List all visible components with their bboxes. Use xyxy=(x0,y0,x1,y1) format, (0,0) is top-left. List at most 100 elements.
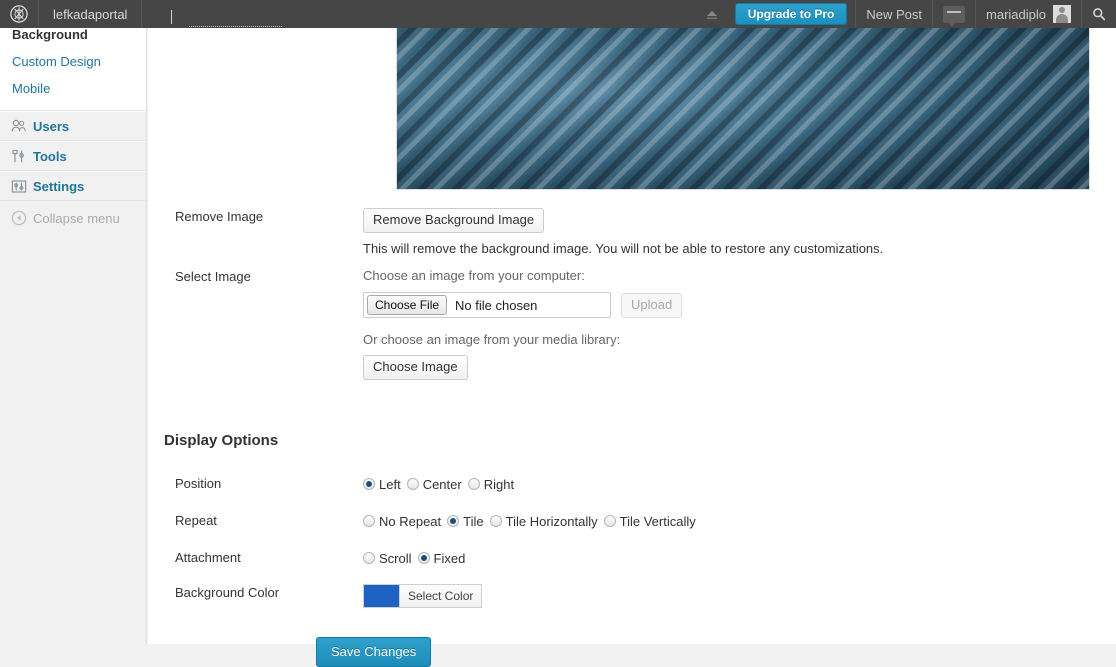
sidebar-item-label: Settings xyxy=(33,178,85,194)
save-changes-button[interactable]: Save Changes xyxy=(316,637,432,667)
position-option-left[interactable]: Left xyxy=(363,477,401,492)
repeat-option-tile-horizontally[interactable]: Tile Horizontally xyxy=(489,513,598,529)
sidebar-item-label: Tools xyxy=(33,148,67,164)
radio-indicator xyxy=(406,478,419,490)
row-remove-image: Remove Image Remove Background Image Thi… xyxy=(148,208,883,256)
file-upload-row: Choose File No file chosen Upload xyxy=(363,292,683,318)
admin-bar-center-space xyxy=(142,0,726,28)
site-name-label: lefkadaportal xyxy=(53,6,128,22)
radio-indicator xyxy=(363,478,375,490)
sidebar-item-mobile[interactable]: Mobile xyxy=(0,75,146,102)
sidebar-item-tools[interactable]: Tools xyxy=(0,141,146,171)
text-caret xyxy=(171,10,173,24)
admin-bar: lefkadaportal Upgrade to Pro New Post ma… xyxy=(0,0,1116,28)
attachment-label: Attachment xyxy=(175,550,241,565)
repeat-option-tile[interactable]: Tile xyxy=(447,513,484,529)
choose-image-button[interactable]: Choose Image xyxy=(363,355,468,380)
background-submenu: Background Custom Design Mobile xyxy=(0,26,146,111)
attachment-option-scroll[interactable]: Scroll xyxy=(363,551,412,566)
sidebar-item-label: Custom Design xyxy=(12,54,101,69)
remove-image-description: This will remove the background image. Y… xyxy=(363,241,884,256)
radio-indicator xyxy=(363,552,375,564)
color-swatch[interactable] xyxy=(363,584,399,608)
choose-file-button[interactable]: Choose File xyxy=(367,295,448,315)
site-name-menu[interactable]: lefkadaportal xyxy=(39,0,141,28)
choose-from-library-prompt: Or choose an image from your media libra… xyxy=(363,332,621,347)
radio-indicator xyxy=(447,515,460,527)
option-label: Tile Vertically xyxy=(619,513,696,529)
admin-sidebar: Background Custom Design Mobile Users To… xyxy=(0,26,147,644)
background-image-preview xyxy=(396,28,1090,190)
position-option-center[interactable]: Center xyxy=(406,476,462,492)
display-options-title: Display Options xyxy=(164,432,279,449)
repeat-option-tile-vertically[interactable]: Tile Vertically xyxy=(603,513,696,529)
position-label: Position xyxy=(175,476,222,491)
attachment-option-fixed[interactable]: Fixed xyxy=(417,550,466,566)
wordpress-logo-icon[interactable] xyxy=(0,0,38,28)
option-label: Scroll xyxy=(379,550,412,566)
sidebar-item-users[interactable]: Users xyxy=(0,111,146,141)
collapse-menu-button[interactable]: Collapse menu xyxy=(0,204,146,232)
radio-indicator xyxy=(417,552,430,564)
comments-menu[interactable] xyxy=(933,0,975,28)
upgrade-to-pro-button[interactable]: Upgrade to Pro xyxy=(734,3,848,25)
sidebar-item-label: Mobile xyxy=(12,81,51,96)
main-content: Remove Image Remove Background Image Thi… xyxy=(148,28,1116,667)
remove-image-label: Remove Image xyxy=(175,209,264,224)
sidebar-item-label: Users xyxy=(33,118,70,134)
sidebar-item-label: Background xyxy=(12,27,88,42)
collapse-up-arrow-icon[interactable] xyxy=(704,7,720,21)
new-post-button[interactable]: New Post xyxy=(856,0,932,28)
position-radio-group: Left Center Right xyxy=(363,475,520,493)
upload-button[interactable]: Upload xyxy=(621,292,683,318)
option-label: Tile xyxy=(463,513,484,529)
option-label: Right xyxy=(483,476,515,492)
row-repeat: Repeat No Repeat Tile Tile Horizontally … xyxy=(148,512,702,530)
option-label: Left xyxy=(379,476,401,492)
attachment-radio-group: Scroll Fixed xyxy=(363,549,471,567)
sidebar-item-settings[interactable]: Settings xyxy=(0,171,146,201)
radio-indicator xyxy=(489,515,502,527)
color-picker[interactable]: Select Color xyxy=(363,584,483,608)
repeat-label: Repeat xyxy=(175,513,217,528)
option-label: No Repeat xyxy=(379,513,442,529)
radio-indicator xyxy=(603,515,616,527)
radio-indicator xyxy=(363,515,375,527)
option-label: Tile Horizontally xyxy=(505,513,598,529)
background-color-field: Select Color xyxy=(363,584,483,608)
sidebar-item-custom-design[interactable]: Custom Design xyxy=(0,48,146,75)
file-name-label: No file chosen xyxy=(455,297,538,313)
option-label: Fixed xyxy=(433,550,466,566)
tools-icon xyxy=(8,149,30,164)
dotted-progress-line xyxy=(189,26,283,27)
search-icon[interactable] xyxy=(1082,0,1116,28)
row-position: Position Left Center Right xyxy=(148,475,520,493)
avatar-icon xyxy=(1053,5,1071,23)
users-icon xyxy=(8,119,30,133)
file-input[interactable]: Choose File No file chosen xyxy=(363,292,611,318)
background-color-label: Background Color xyxy=(175,585,280,600)
option-label: Center xyxy=(422,476,462,492)
repeat-option-no-repeat[interactable]: No Repeat xyxy=(363,514,441,529)
radio-indicator xyxy=(467,478,480,490)
new-post-label: New Post xyxy=(866,6,923,22)
comment-bubble-icon xyxy=(943,5,966,27)
collapse-left-icon xyxy=(8,210,30,226)
remove-image-field: Remove Background Image This will remove… xyxy=(363,208,883,256)
choose-from-computer-prompt: Choose an image from your computer: xyxy=(363,268,585,283)
row-select-image: Select Image Choose an image from your c… xyxy=(148,268,683,380)
select-image-field: Choose an image from your computer: Choo… xyxy=(363,268,683,380)
select-image-label: Select Image xyxy=(175,269,251,284)
account-menu[interactable]: mariadiplo xyxy=(976,0,1081,28)
sidebar-item-background[interactable]: Background xyxy=(0,26,146,48)
upgrade-to-pro-label: Upgrade to Pro xyxy=(747,7,835,21)
remove-background-image-button[interactable]: Remove Background Image xyxy=(363,208,545,233)
row-attachment: Attachment Scroll Fixed xyxy=(148,549,471,567)
collapse-menu-label: Collapse menu xyxy=(33,210,120,226)
select-color-button[interactable]: Select Color xyxy=(399,584,483,608)
settings-icon xyxy=(8,179,30,194)
position-option-right[interactable]: Right xyxy=(467,476,515,492)
row-background-color: Background Color Select Color xyxy=(148,584,483,608)
upgrade-to-pro-container: Upgrade to Pro xyxy=(727,0,856,28)
user-name-label: mariadiplo xyxy=(986,6,1046,22)
